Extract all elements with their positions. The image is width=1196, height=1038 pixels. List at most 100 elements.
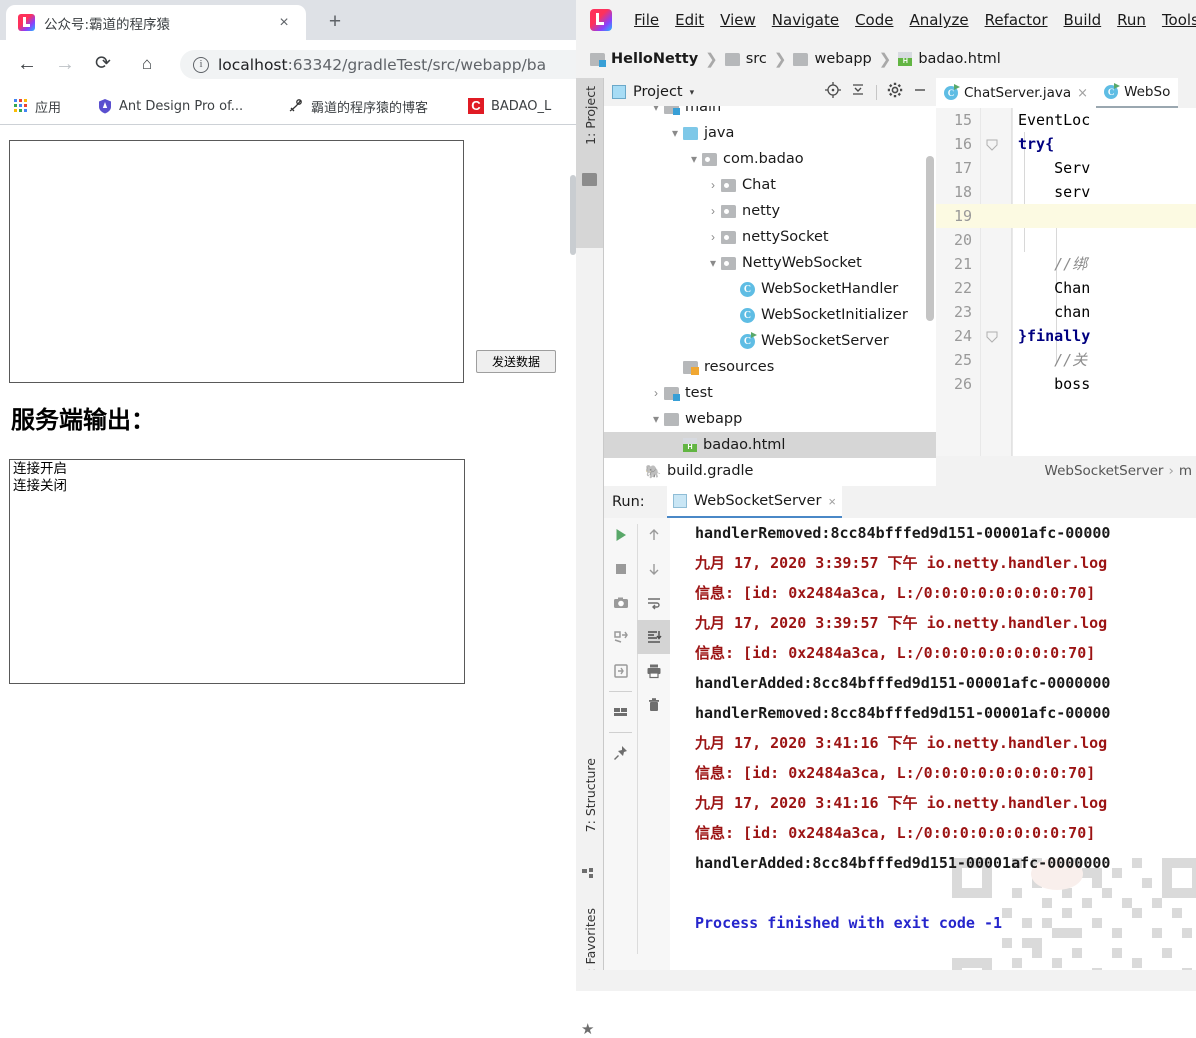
status-crumb-class[interactable]: WebSocketServer: [1045, 463, 1164, 479]
rerun-icon[interactable]: [604, 518, 637, 552]
scroll-to-end-icon[interactable]: [637, 620, 670, 654]
breadcrumb-item-project[interactable]: HelloNetty: [590, 51, 698, 67]
project-tree[interactable]: ▾main▾java▾com.badao›Chat›netty›nettySoc…: [604, 106, 936, 486]
menu-navigate[interactable]: Navigate: [764, 8, 847, 32]
chevron-right-icon[interactable]: ›: [705, 172, 721, 198]
menu-build[interactable]: Build: [1056, 8, 1110, 32]
line-number[interactable]: 22: [936, 276, 972, 300]
chevron-down-icon[interactable]: ▾: [667, 120, 683, 146]
print-icon[interactable]: [637, 654, 670, 688]
bookmark-badao[interactable]: C BADAO_L: [468, 94, 551, 118]
code-fold-icon[interactable]: [986, 330, 998, 342]
tool-window-button-project[interactable]: 1: Project: [583, 86, 598, 145]
tree-node[interactable]: badao.html: [604, 432, 936, 458]
menu-analyze[interactable]: Analyze: [901, 8, 976, 32]
chevron-right-icon[interactable]: ›: [705, 198, 721, 224]
bookmark-apps[interactable]: 应用: [14, 94, 61, 118]
layout-icon[interactable]: [604, 695, 637, 729]
line-number[interactable]: 25: [936, 348, 972, 372]
up-arrow-icon[interactable]: [637, 518, 670, 552]
chevron-down-icon[interactable]: ▾: [686, 146, 702, 172]
menu-edit[interactable]: Edit: [667, 8, 712, 32]
menu-code[interactable]: Code: [847, 8, 901, 32]
tree-node[interactable]: CWebSocketServer: [604, 328, 936, 354]
tree-node[interactable]: ▾com.badao: [604, 146, 936, 172]
code-line[interactable]: //关: [1018, 348, 1087, 372]
code-line[interactable]: Serv: [1018, 156, 1090, 180]
tree-node[interactable]: ▾java: [604, 120, 936, 146]
server-output-textarea[interactable]: 连接开启 连接关闭: [9, 459, 465, 684]
dump-threads-icon[interactable]: [604, 586, 637, 620]
locate-icon[interactable]: [823, 82, 843, 102]
bookmark-ant-design[interactable]: Ant Design Pro of...: [98, 94, 243, 118]
line-number[interactable]: 23: [936, 300, 972, 324]
browser-tab[interactable]: 公众号:霸道的程序猿 ×: [6, 5, 306, 40]
close-icon[interactable]: ×: [276, 15, 292, 31]
site-info-icon[interactable]: i: [193, 57, 209, 73]
tree-node[interactable]: ›Chat: [604, 172, 936, 198]
send-input-textarea[interactable]: [9, 140, 464, 383]
tree-node[interactable]: ›test: [604, 380, 936, 406]
menu-run[interactable]: Run: [1109, 8, 1154, 32]
bookmark-blog[interactable]: 霸道的程序猿的博客: [288, 94, 428, 118]
line-number[interactable]: 15: [936, 108, 972, 132]
settings-gear-icon[interactable]: [885, 82, 905, 102]
line-number[interactable]: 26: [936, 372, 972, 396]
send-data-button[interactable]: 发送数据: [476, 350, 556, 373]
menu-file[interactable]: File: [626, 8, 667, 32]
breadcrumb-item-webapp[interactable]: webapp: [793, 51, 871, 67]
editor-tab-chatserver[interactable]: C ChatServer.java ×: [936, 78, 1096, 108]
code-fold-icon[interactable]: [986, 138, 998, 150]
chevron-down-icon[interactable]: ▾: [690, 87, 695, 98]
menu-view[interactable]: View: [712, 8, 764, 32]
collapse-all-icon[interactable]: [848, 82, 868, 102]
chevron-down-icon[interactable]: ▾: [648, 106, 664, 120]
down-arrow-icon[interactable]: [637, 552, 670, 586]
editor-code-area[interactable]: 15EventLoc16try{17 Serv18 serv192021 //绑…: [936, 108, 1196, 456]
new-tab-button[interactable]: +: [322, 10, 348, 36]
home-icon[interactable]: ⌂: [134, 51, 160, 77]
tree-node[interactable]: ▾webapp: [604, 406, 936, 432]
line-number[interactable]: 18: [936, 180, 972, 204]
trash-icon[interactable]: [637, 688, 670, 722]
code-line[interactable]: EventLoc: [1018, 108, 1090, 132]
chevron-right-icon[interactable]: ›: [705, 224, 721, 250]
breadcrumb-item-src[interactable]: src: [725, 51, 767, 67]
restore-layout-icon[interactable]: [604, 620, 637, 654]
tree-node[interactable]: ›nettySocket: [604, 224, 936, 250]
line-number[interactable]: 24: [936, 324, 972, 348]
tree-node[interactable]: CWebSocketInitializer: [604, 302, 936, 328]
menu-tools[interactable]: Tools: [1154, 8, 1196, 32]
line-number[interactable]: 21: [936, 252, 972, 276]
close-icon[interactable]: ×: [828, 494, 836, 509]
tree-node[interactable]: ▾NettyWebSocket: [604, 250, 936, 276]
console-icon[interactable]: [604, 654, 637, 688]
tool-window-button-structure[interactable]: 7: Structure: [583, 758, 598, 832]
chevron-down-icon[interactable]: ▾: [705, 250, 721, 276]
line-number[interactable]: 16: [936, 132, 972, 156]
tree-node[interactable]: ▾main: [604, 106, 936, 120]
chevron-right-icon[interactable]: ›: [648, 380, 664, 406]
code-line[interactable]: Chan: [1018, 276, 1090, 300]
code-line[interactable]: boss: [1018, 372, 1090, 396]
reload-icon[interactable]: ⟳: [90, 51, 116, 77]
breadcrumb-item-file[interactable]: badao.html: [898, 51, 1000, 67]
address-bar[interactable]: i localhost:63342/gradleTest/src/webapp/…: [180, 50, 600, 79]
run-config-tab[interactable]: WebSocketServer ×: [667, 486, 842, 518]
line-number[interactable]: 19: [936, 204, 972, 228]
project-tree-scrollbar[interactable]: [926, 156, 934, 321]
stop-icon[interactable]: [604, 552, 637, 586]
forward-icon[interactable]: →: [52, 51, 78, 77]
tree-node[interactable]: resources: [604, 354, 936, 380]
editor-tab-websocketserver[interactable]: C WebSo: [1096, 78, 1178, 108]
menu-refactor[interactable]: Refactor: [977, 8, 1056, 32]
code-line[interactable]: //绑: [1018, 252, 1087, 276]
chevron-down-icon[interactable]: ▾: [648, 406, 664, 432]
code-line[interactable]: }finally: [1018, 324, 1090, 348]
soft-wrap-icon[interactable]: [637, 586, 670, 620]
tree-node[interactable]: CWebSocketHandler: [604, 276, 936, 302]
pin-icon[interactable]: [604, 736, 637, 770]
code-line[interactable]: try{: [1018, 132, 1054, 156]
status-crumb-method[interactable]: m: [1179, 463, 1192, 479]
line-number[interactable]: 17: [936, 156, 972, 180]
